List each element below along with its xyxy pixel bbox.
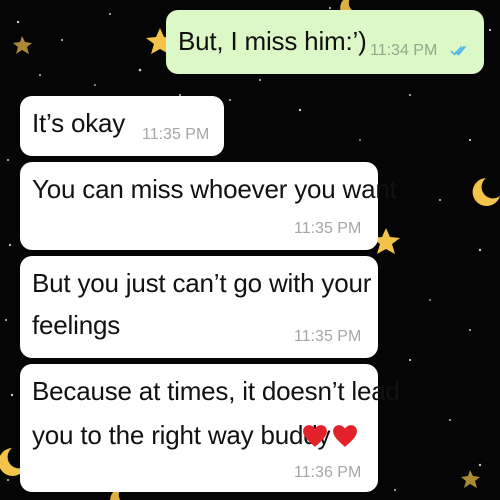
- message-timestamp: 11:36 PM: [294, 464, 362, 481]
- crescent-moon-icon: [472, 178, 500, 206]
- red-heart-icon: [303, 425, 327, 447]
- message-bubble-incoming[interactable]: It’s okay 11:35 PM: [20, 96, 224, 156]
- chat-wallpaper: But, I miss him:’) 11:34 PM It’s okay 11…: [0, 0, 500, 500]
- star-icon: [461, 470, 480, 488]
- message-text: It’s okay: [32, 108, 126, 138]
- message-timestamp: 11:35 PM: [294, 220, 362, 237]
- message-bubble-incoming[interactable]: But you just can’t go with your feelings…: [20, 256, 378, 358]
- message-text: you to the right way buddy: [32, 420, 331, 450]
- message-bubble-incoming[interactable]: You can miss whoever you want 11:35 PM: [20, 162, 397, 250]
- message-text: But you just can’t go with your: [32, 268, 372, 298]
- message-timestamp: 11:35 PM: [294, 328, 362, 345]
- message-text: feelings: [32, 310, 121, 340]
- message-timestamp: 11:34 PM: [370, 42, 438, 59]
- message-bubble-incoming[interactable]: Because at times, it doesn’t lead you to…: [20, 364, 400, 492]
- star-icon: [13, 36, 32, 54]
- red-heart-icon: [333, 425, 357, 447]
- message-bubble-outgoing[interactable]: But, I miss him:’) 11:34 PM: [166, 10, 484, 74]
- message-text: You can miss whoever you want: [32, 174, 397, 204]
- message-timestamp: 11:35 PM: [142, 126, 210, 143]
- double-check-read-icon: [450, 45, 467, 56]
- message-text: Because at times, it doesn’t lead: [32, 376, 400, 406]
- message-text: But, I miss him:’): [178, 26, 367, 56]
